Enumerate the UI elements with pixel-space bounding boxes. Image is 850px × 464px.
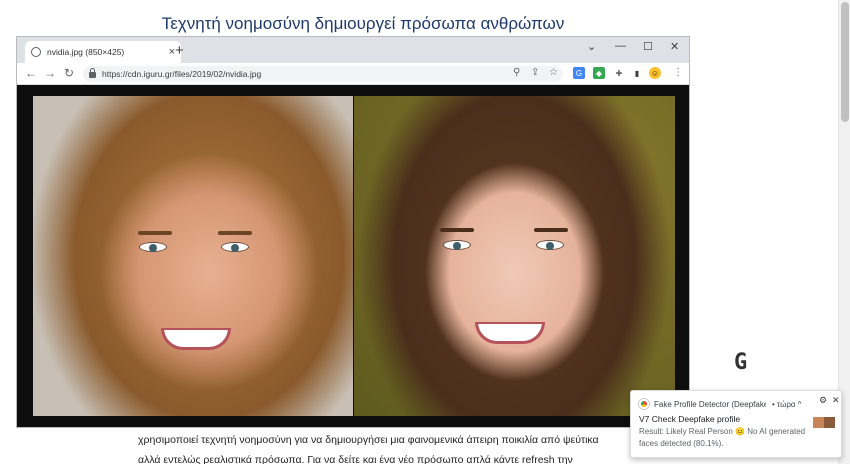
- browser-window: nvidia.jpg (850×425) × + ⌄ — ☐ ✕ ← → ↻ h…: [16, 36, 690, 428]
- gear-icon[interactable]: ⚙: [819, 395, 827, 406]
- tab-search-chevron-icon[interactable]: ⌄: [587, 40, 596, 53]
- close-icon[interactable]: ✕: [832, 395, 840, 406]
- sidepanel-icon[interactable]: ▮: [631, 67, 643, 79]
- tab-strip: nvidia.jpg (850×425) × + ⌄ — ☐ ✕: [17, 37, 689, 63]
- page: Τεχνητή νοημοσύνη δημιουργεί πρόσωπα ανθ…: [0, 0, 850, 464]
- notification-thumbnail: [813, 417, 835, 428]
- bookmark-star-icon[interactable]: ☆: [549, 67, 558, 78]
- site-logo-watermark: G: [734, 350, 748, 375]
- article-body-line: αλλά εντελώς ρεαλιστικά πρόσωπα. Για να …: [138, 454, 573, 464]
- thumb-face-right: [824, 417, 835, 428]
- url-text: https://cdn.iguru.gr/files/2019/02/nvidi…: [102, 69, 262, 79]
- brow: [218, 231, 252, 235]
- tab-nvidia[interactable]: nvidia.jpg (850×425) ×: [25, 41, 181, 63]
- forward-button[interactable]: →: [44, 66, 56, 80]
- mouth: [475, 322, 545, 344]
- face-photo-left: [33, 96, 353, 416]
- address-bar[interactable]: https://cdn.iguru.gr/files/2019/02/nvidi…: [83, 66, 563, 82]
- brow: [534, 228, 568, 232]
- image-viewport: [17, 85, 689, 427]
- new-tab-button[interactable]: +: [175, 42, 184, 59]
- back-button[interactable]: ←: [25, 66, 37, 80]
- shield-icon[interactable]: ◆: [593, 67, 605, 79]
- article-body: χρησιμοποιεί τεχνητή νοημοσύνη για να δη…: [138, 430, 618, 464]
- globe-icon: [31, 47, 41, 57]
- article-title: Τεχνητή νοημοσύνη δημιουργεί πρόσωπα ανθ…: [161, 14, 565, 33]
- menu-icon[interactable]: ⋮: [673, 67, 683, 78]
- eye: [139, 242, 167, 252]
- puzzle-icon[interactable]: ✚: [613, 67, 625, 79]
- notification-body: Result: Likely Real Person 😐 No AI gener…: [639, 426, 809, 450]
- maximize-button[interactable]: ☐: [643, 40, 653, 53]
- emoji-icon[interactable]: ☺: [649, 67, 661, 79]
- minimize-button[interactable]: —: [615, 40, 626, 52]
- thumb-face-left: [813, 417, 824, 428]
- zoom-icon[interactable]: ⚲: [513, 67, 520, 78]
- chrome-icon: [639, 399, 649, 409]
- brow: [440, 228, 474, 232]
- browser-toolbar: ← → ↻ https://cdn.iguru.gr/files/2019/02…: [17, 63, 689, 85]
- brow: [138, 231, 172, 235]
- close-window-button[interactable]: ✕: [670, 40, 679, 53]
- face-photo-right: [354, 96, 675, 416]
- tab-title: nvidia.jpg (850×425): [47, 47, 125, 57]
- notification-time[interactable]: • τώρα ^: [772, 400, 801, 409]
- translate-icon[interactable]: G: [573, 67, 585, 79]
- notification-result: Result: Likely Real Person: [639, 427, 733, 436]
- eye: [221, 242, 249, 252]
- lock-icon[interactable]: [89, 68, 96, 78]
- eye: [536, 240, 564, 250]
- notification-title: V7 Check Deepfake profile: [639, 414, 741, 424]
- reload-button[interactable]: ↻: [64, 66, 74, 80]
- scrollbar-thumb[interactable]: [841, 2, 849, 122]
- eye: [443, 240, 471, 250]
- article-body-line: χρησιμοποιεί τεχνητή νοημοσύνη για να δη…: [138, 434, 599, 446]
- notification-source: Fake Profile Detector (Deepfake,...: [654, 399, 766, 409]
- notification-header: Fake Profile Detector (Deepfake,... • τώ…: [639, 399, 835, 409]
- share-icon[interactable]: ⇪: [531, 67, 539, 78]
- neutral-face-icon: 😐: [735, 427, 746, 436]
- deepfake-notification[interactable]: Fake Profile Detector (Deepfake,... • τώ…: [630, 390, 842, 458]
- mouth: [161, 328, 231, 350]
